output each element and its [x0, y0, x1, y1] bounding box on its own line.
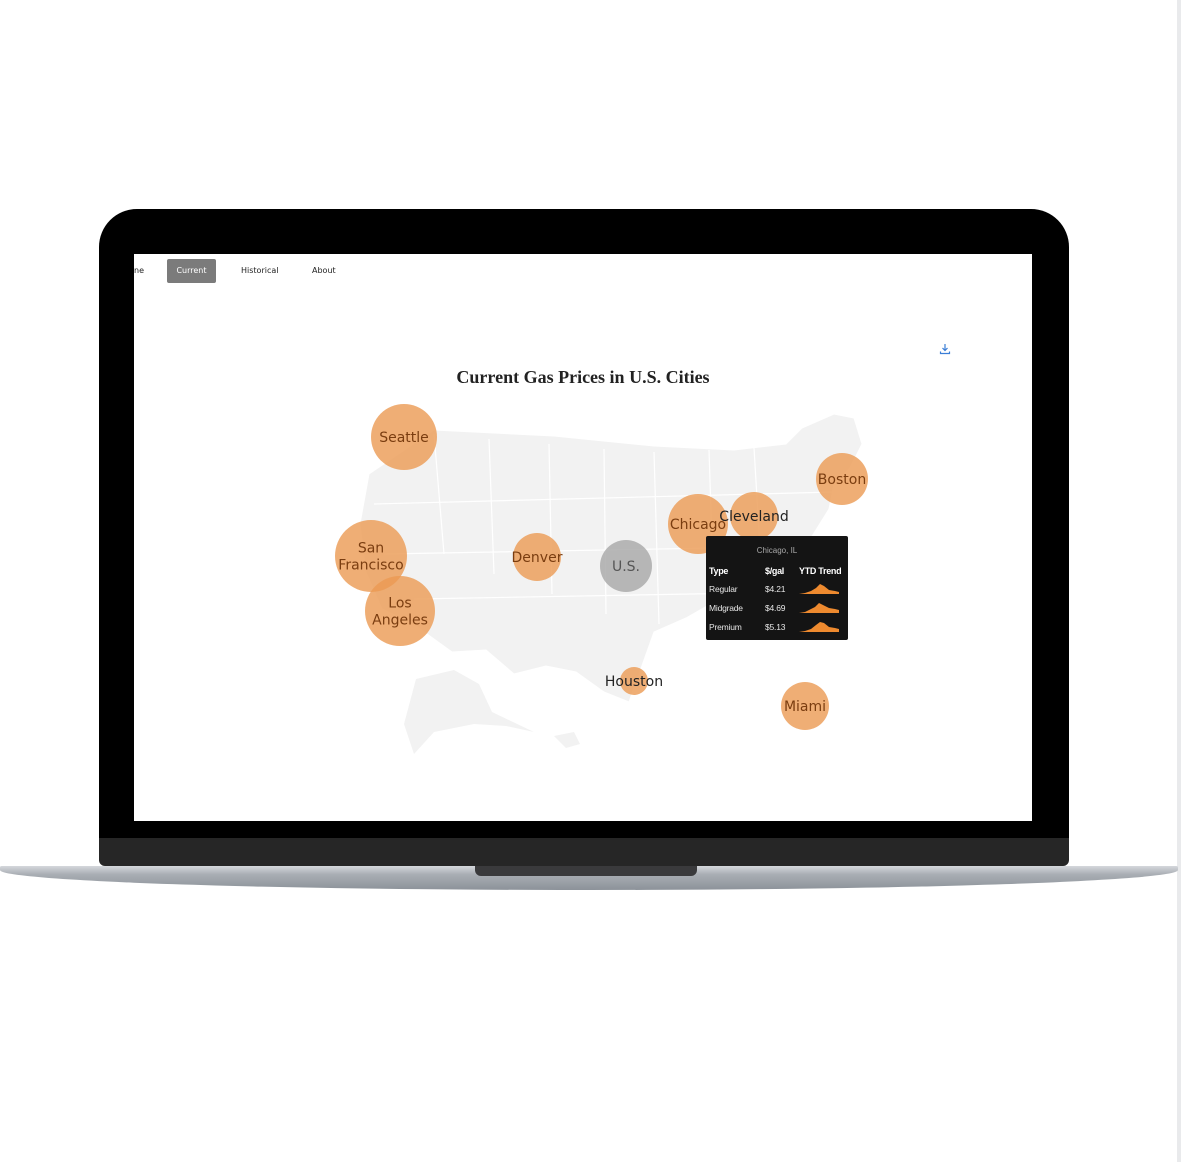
- city-bubble-boston[interactable]: Boston: [816, 453, 868, 505]
- city-bubble-los-angeles[interactable]: Los Angeles: [365, 576, 435, 646]
- tooltip-row-price: $4.69: [765, 603, 786, 613]
- bubble-label: Houston: [605, 674, 663, 690]
- tooltip-title: Chicago, IL: [756, 546, 798, 555]
- sparkline-midgrade: [799, 603, 839, 613]
- us-map: SeattleSan FranciscoLos AngelesDenverU.S.C…: [335, 404, 868, 754]
- page-edge: [1177, 0, 1181, 1162]
- laptop-screen: ne Current Historical About Current Gas …: [134, 254, 1032, 821]
- tooltip-row-price: $4.21: [765, 584, 786, 594]
- city-bubble-seattle[interactable]: Seattle: [371, 404, 437, 470]
- tooltip-row-price: $5.13: [765, 622, 786, 632]
- sparkline-premium: [799, 622, 839, 632]
- sparkline-regular: [799, 584, 839, 594]
- tooltip-col-price: $/gal: [765, 566, 785, 576]
- bubble-label: Cleveland: [719, 509, 788, 525]
- tooltip-col-type: Type: [709, 566, 729, 576]
- bubble-label: Chicago: [670, 517, 726, 533]
- city-bubble-u-s[interactable]: U.S.: [600, 540, 652, 592]
- bubble-label: Denver: [512, 550, 563, 566]
- tooltip-row-type: Premium: [709, 622, 742, 632]
- bubble-label: Miami: [784, 699, 826, 715]
- bubble-label: Seattle: [379, 430, 429, 446]
- laptop-notch: [475, 866, 697, 876]
- city-bubble-miami[interactable]: Miami: [781, 682, 829, 730]
- tooltip-row-type: Regular: [709, 584, 738, 594]
- bubble-label: U.S.: [612, 559, 640, 575]
- tooltip-chicago: Chicago, IL Type $/gal YTD Trend Regular…: [706, 536, 848, 640]
- tooltip-row-type: Midgrade: [709, 603, 743, 613]
- tooltip-col-trend: YTD Trend: [799, 566, 842, 576]
- bubble-label: Boston: [818, 472, 866, 488]
- laptop-chin: [99, 838, 1069, 866]
